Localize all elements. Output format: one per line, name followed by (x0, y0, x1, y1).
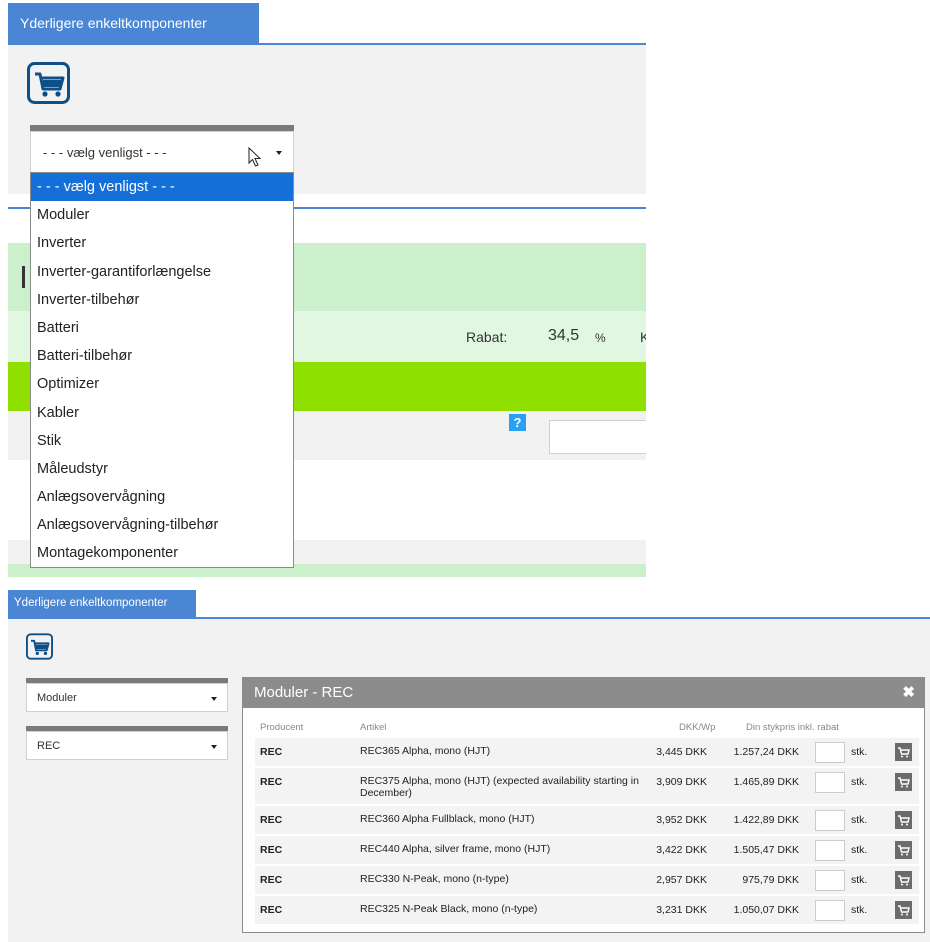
unit-label: stk. (851, 904, 868, 916)
dropdown-option[interactable]: - - - vælg venligst - - - (31, 173, 293, 202)
dkk-wp-cell: 3,231 DKK (656, 904, 707, 916)
column-header-pris: Din stykpris inkl. rabat (746, 722, 839, 733)
unit-label: stk. (851, 844, 868, 856)
add-to-cart-icon[interactable] (895, 841, 912, 859)
add-to-cart-icon[interactable] (895, 743, 912, 761)
quantity-input[interactable] (815, 810, 845, 831)
unit-label: stk. (851, 874, 868, 886)
column-header-producent: Producent (260, 722, 304, 733)
producent-cell: REC (260, 776, 283, 788)
add-to-cart-icon[interactable] (895, 811, 912, 829)
caret-down-icon (211, 697, 217, 701)
shopping-cart-icon[interactable] (26, 633, 53, 660)
modal-header: Moduler - REC ✖ (243, 678, 924, 708)
dropdown-option[interactable]: Måleudstyr (31, 455, 293, 483)
producent-cell: REC (260, 904, 283, 916)
tab-yderligere-enkeltkomponenter-bottom[interactable]: Yderligere enkeltkomponenter (8, 590, 196, 617)
unit-label: stk. (851, 746, 868, 758)
dropdown-option[interactable]: Batteri-tilbehør (31, 342, 293, 370)
dkk-wp-cell: 3,952 DKK (656, 814, 707, 826)
category-select-bottom[interactable]: Moduler (26, 683, 228, 712)
dkk-wp-cell: 2,957 DKK (656, 874, 707, 886)
dropdown-option[interactable]: Anlægsovervågning (31, 483, 293, 511)
artikel-cell: REC440 Alpha, silver frame, mono (HJT) (360, 843, 551, 855)
truncated-label: K (640, 329, 646, 345)
producent-cell: REC (260, 814, 283, 826)
table-row: REC REC325 N-Peak Black, mono (n-type) 3… (255, 896, 919, 924)
table-row: REC REC330 N-Peak, mono (n-type) 2,957 D… (255, 866, 919, 894)
rabat-unit: % (595, 331, 606, 345)
dropdown-option[interactable]: Batteri (31, 314, 293, 342)
pris-cell: 1.465,89 DKK (733, 776, 799, 788)
help-icon[interactable]: ? (509, 414, 526, 431)
dkk-wp-cell: 3,422 DKK (656, 844, 707, 856)
artikel-cell: REC325 N-Peak Black, mono (n-type) (360, 903, 538, 915)
modal-title: Moduler - REC (254, 684, 354, 701)
caret-down-icon (211, 745, 217, 749)
value-input[interactable] (549, 420, 646, 454)
dropdown-option[interactable]: Optimizer (31, 370, 293, 398)
rabat-label: Rabat: (466, 329, 508, 345)
dropdown-option[interactable]: Anlægsovervågning-tilbehør (31, 511, 293, 539)
artikel-cell: REC330 N-Peak, mono (n-type) (360, 873, 509, 885)
add-to-cart-icon[interactable] (895, 773, 912, 791)
dkk-wp-cell: 3,909 DKK (656, 776, 707, 788)
producent-cell: REC (260, 874, 283, 886)
table-row: REC REC365 Alpha, mono (HJT) 3,445 DKK 1… (255, 738, 919, 766)
dropdown-option[interactable]: Inverter-garantiforlængelse (31, 258, 293, 286)
dropdown-option[interactable]: Stik (31, 427, 293, 455)
shopping-cart-icon[interactable] (27, 62, 70, 104)
quantity-input[interactable] (815, 900, 845, 921)
brand-select-value: REC (37, 740, 61, 752)
pris-cell: 1.257,24 DKK (733, 746, 799, 758)
producent-cell: REC (260, 746, 283, 758)
dropdown-option[interactable]: Moduler (31, 201, 293, 229)
artikel-cell: REC360 Alpha Fullblack, mono (HJT) (360, 813, 535, 825)
table-row: REC REC360 Alpha Fullblack, mono (HJT) 3… (255, 806, 919, 834)
add-to-cart-icon[interactable] (895, 871, 912, 889)
category-select-value: - - - vælg venligst - - - (43, 145, 167, 160)
close-icon[interactable]: ✖ (902, 678, 915, 708)
column-header-dkk-wp: DKK/Wp (679, 722, 716, 733)
quantity-input[interactable] (815, 870, 845, 891)
add-to-cart-icon[interactable] (895, 901, 912, 919)
unit-label: stk. (851, 776, 868, 788)
pris-cell: 1.422,89 DKK (733, 814, 799, 826)
pris-cell: 1.505,47 DKK (733, 844, 799, 856)
producent-cell: REC (260, 844, 283, 856)
table-row: REC REC375 Alpha, mono (HJT) (expected a… (255, 768, 919, 804)
quantity-input[interactable] (815, 742, 845, 763)
caret-down-icon (276, 151, 282, 155)
dropdown-option[interactable]: Montagekomponenter (31, 539, 293, 567)
quantity-input[interactable] (815, 772, 845, 793)
page: Yderligere enkeltkomponenter - - - vælg … (0, 0, 930, 942)
artikel-cell: REC365 Alpha, mono (HJT) (360, 745, 491, 757)
quantity-input[interactable] (815, 840, 845, 861)
category-dropdown-list: - - - vælg venligst - - - Moduler Invert… (30, 172, 294, 568)
artikel-cell: REC375 Alpha, mono (HJT) (expected avail… (360, 775, 639, 799)
pris-cell: 975,79 DKK (742, 874, 799, 886)
product-modal: Moduler - REC ✖ Producent Artikel DKK/Wp… (242, 677, 925, 933)
dropdown-option[interactable]: Inverter (31, 229, 293, 257)
table-header: Producent Artikel DKK/Wp Din stykpris in… (243, 708, 924, 734)
column-header-artikel: Artikel (360, 722, 387, 733)
rabat-value: 34,5 (548, 327, 580, 344)
brand-select[interactable]: REC (26, 731, 228, 760)
mouse-pointer-icon (248, 147, 262, 167)
dropdown-option[interactable]: Inverter-tilbehør (31, 286, 293, 314)
category-select-value: Moduler (37, 692, 77, 704)
dkk-wp-cell: 3,445 DKK (656, 746, 707, 758)
unit-label: stk. (851, 814, 868, 826)
tab-yderligere-enkeltkomponenter-top[interactable]: Yderligere enkeltkomponenter (8, 3, 259, 44)
pris-cell: 1.050,07 DKK (733, 904, 799, 916)
dropdown-option[interactable]: Kabler (31, 399, 293, 427)
text-cursor-bar (22, 266, 25, 288)
table-row: REC REC440 Alpha, silver frame, mono (HJ… (255, 836, 919, 864)
